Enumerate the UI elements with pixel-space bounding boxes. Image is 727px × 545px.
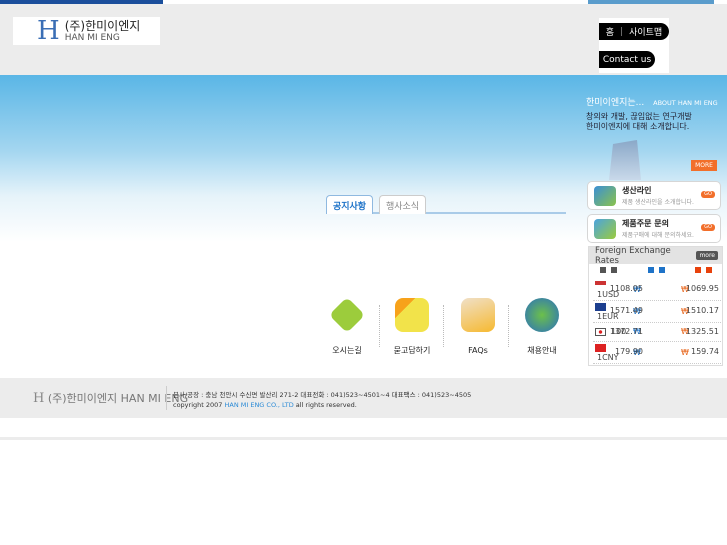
copyright-suffix: all rights reserved. xyxy=(293,401,357,409)
card-title: 제품주문 문의 xyxy=(622,219,669,228)
buy-rate: 1108.05 xyxy=(609,284,643,293)
footer-divider xyxy=(166,386,167,410)
card-production-line[interactable]: 생산라인 제품 생산라인을 소개합니다. GO xyxy=(587,181,721,210)
legend-square xyxy=(611,267,617,273)
about-desc-2: 한미이엔지에 대해 소개합니다. xyxy=(586,122,690,131)
us-flag-icon xyxy=(595,281,606,289)
buy-rate: 1372.71 xyxy=(609,327,643,336)
divider xyxy=(443,305,444,347)
bottom-divider xyxy=(0,437,727,440)
buy-rate: 1571.49 xyxy=(609,306,643,315)
quick-label: 채용안내 xyxy=(527,346,557,355)
card-title: 생산라인 xyxy=(622,186,652,195)
buy-rate: 179.90 xyxy=(615,347,643,356)
copyright-prefix: copyright 2007 xyxy=(173,401,225,409)
footer-logo: H (주)한미이엔지 HAN MI ENG xyxy=(33,390,188,406)
globe-icon xyxy=(525,298,559,332)
divider xyxy=(508,305,509,347)
exchange-rates-panel: Foreign Exchange Rates more 1USD ₩1108.05… xyxy=(588,246,723,366)
card-order-inquiry[interactable]: 제품주문 문의 제품구매에 대해 문의하세요. GO xyxy=(587,214,721,243)
logo-text-en: HAN MI ENG xyxy=(64,32,120,43)
footer-address: 본사/공장 : 충남 천안시 수신면 발산리 271-2 대표전화 : 041)… xyxy=(173,391,472,399)
util-links: 홈 | 사이트맵 xyxy=(599,23,669,40)
fx-row-eur: 1EUR ₩1571.49 ₩1510.17 xyxy=(593,302,721,323)
footer-logo-text: (주)한미이엔지 HAN MI ENG xyxy=(47,392,189,405)
eu-flag-icon xyxy=(595,303,606,311)
sell-rate: 1069.95 xyxy=(685,284,719,293)
fx-row-cny: 1CNY ₩179.90 ₩159.74 xyxy=(593,343,721,364)
won-icon: ₩ xyxy=(681,348,689,357)
home-link[interactable]: 홈 xyxy=(606,25,614,38)
tab-events[interactable]: 행사소식 xyxy=(379,195,426,214)
go-button[interactable]: GO xyxy=(701,224,715,231)
footer-info: 본사/공장 : 충남 천안시 수신면 발산리 271-2 대표전화 : 041)… xyxy=(173,390,471,410)
question-icon xyxy=(594,219,616,239)
divider xyxy=(379,305,380,347)
quick-qna[interactable]: 묻고답하기 xyxy=(382,298,442,357)
jp-flag-icon xyxy=(595,328,606,336)
legend-square xyxy=(659,267,665,273)
about-desc-1: 창의와 개발, 끊임없는 연구개발 xyxy=(586,112,692,121)
fx-row-usd: 1USD ₩1108.05 ₩1069.95 xyxy=(593,280,721,301)
quick-recruit[interactable]: 채용안내 xyxy=(512,298,572,357)
logo-mark: H xyxy=(37,16,60,46)
sitemap-link[interactable]: 사이트맵 xyxy=(629,25,662,38)
cn-flag-icon xyxy=(595,344,606,352)
logo[interactable]: H (주)한미이엔지 HAN MI ENG xyxy=(13,17,160,45)
contact-us-button[interactable]: Contact us xyxy=(599,51,655,68)
quick-faqs[interactable]: FAQs xyxy=(448,298,508,357)
quick-label: 묻고답하기 xyxy=(393,346,431,355)
legend-square xyxy=(600,267,606,273)
fx-more-button[interactable]: more xyxy=(696,251,718,260)
tab-notice[interactable]: 공지사항 xyxy=(326,195,373,214)
card-subtitle: 제품구매에 대해 문의하세요. xyxy=(622,232,694,239)
footer-logo-mark: H xyxy=(33,391,45,406)
sell-rate: 159.74 xyxy=(691,347,719,356)
copyright-company: HAN MI ENG CO., LTD xyxy=(224,401,294,409)
quick-directions[interactable]: 오시는길 xyxy=(317,296,377,357)
legend-square xyxy=(695,267,701,273)
about-title-en: ABOUT HAN MI ENG xyxy=(653,99,718,107)
go-button[interactable]: GO xyxy=(701,191,715,198)
quick-label: 오시는길 xyxy=(332,346,362,355)
quick-label: FAQs xyxy=(468,346,488,355)
directions-icon xyxy=(328,296,366,334)
sell-rate: 1325.51 xyxy=(685,327,719,336)
qna-box-icon xyxy=(395,298,429,332)
fx-title: Foreign Exchange Rates xyxy=(595,245,671,266)
legend-square xyxy=(648,267,654,273)
card-subtitle: 제품 생산라인을 소개합니다. xyxy=(622,199,694,206)
about-title: 한미이엔지는... xyxy=(586,98,645,108)
about-more-button[interactable]: MORE xyxy=(691,160,717,171)
faq-scroll-icon xyxy=(461,298,495,332)
notice-tabs: 공지사항 행사소식 xyxy=(326,195,566,214)
gears-icon xyxy=(594,186,616,206)
fx-row-jpy: 100 ₩1372.71 ₩1325.51 xyxy=(593,324,721,342)
legend-square xyxy=(706,267,712,273)
logo-text-ko: (주)한미이엔지 xyxy=(64,18,141,33)
sell-rate: 1510.17 xyxy=(685,306,719,315)
util-nav: 홈 | 사이트맵 Contact us xyxy=(599,18,669,73)
